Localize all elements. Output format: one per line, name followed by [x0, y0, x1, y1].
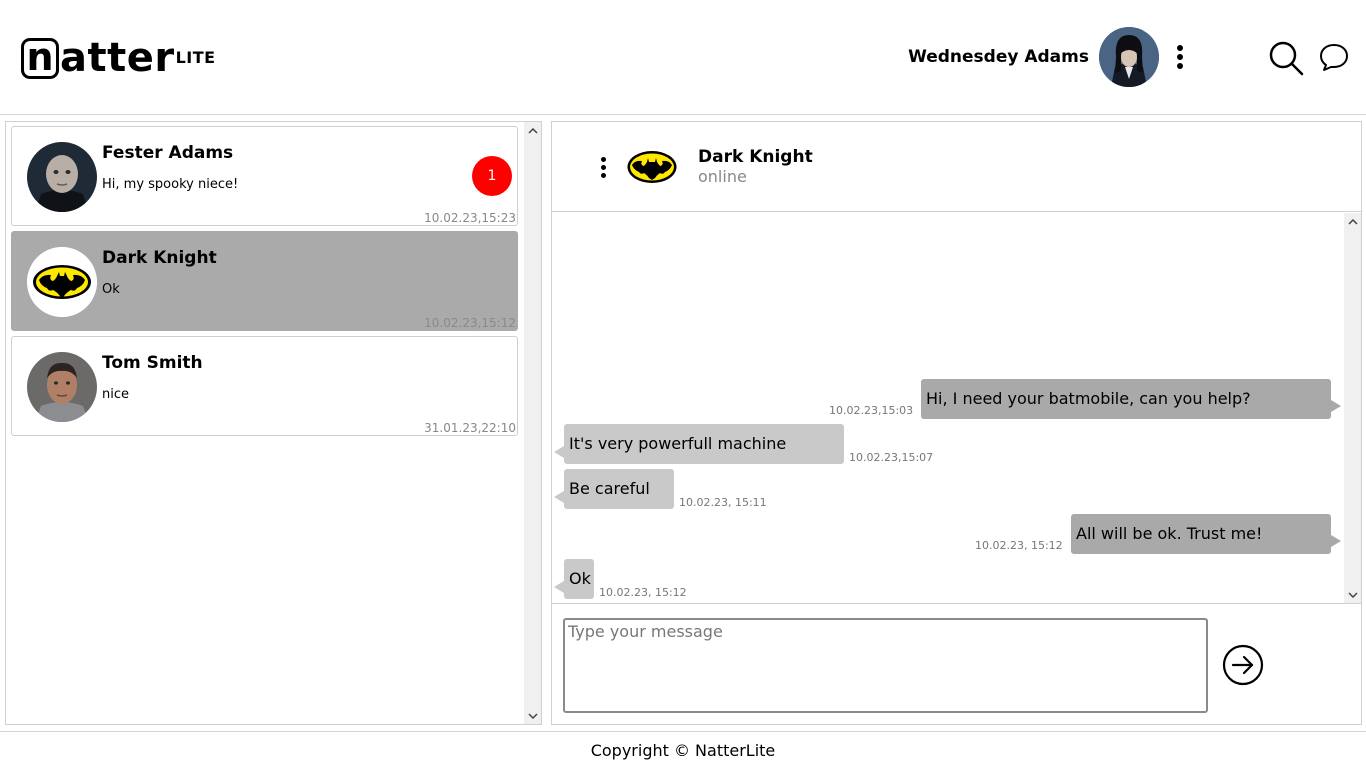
- contact-name: Tom Smith: [102, 353, 203, 373]
- contacts-panel: Fester Adams Hi, my spooky niece! 1 10.0…: [5, 121, 542, 725]
- chat-contact-name: Dark Knight: [698, 147, 813, 167]
- messages-scrollbar[interactable]: [1344, 213, 1361, 603]
- logo-text: atter: [60, 35, 175, 81]
- footer: Copyright © NatterLite: [0, 731, 1366, 768]
- scroll-up-arrow-icon[interactable]: [1344, 213, 1361, 230]
- message-time: 10.02.23, 15:12: [975, 539, 1063, 552]
- contact-last-message: Ok: [102, 282, 120, 297]
- contact-item-dark-knight[interactable]: Dark Knight Ok 10.02.23,15:12: [11, 231, 518, 331]
- natter-logo[interactable]: n atter LITE: [21, 38, 216, 80]
- batman-logo-icon: [27, 247, 97, 317]
- chat-header: Dark Knight online: [552, 122, 1361, 212]
- search-icon[interactable]: [1268, 40, 1304, 76]
- current-user-avatar[interactable]: [1099, 27, 1159, 87]
- message-input[interactable]: [563, 618, 1208, 713]
- message-composer: [552, 603, 1361, 724]
- scroll-down-arrow-icon[interactable]: [524, 707, 541, 724]
- contact-list: Fester Adams Hi, my spooky niece! 1 10.0…: [6, 122, 524, 724]
- app-header: n atter LITE Wednesdey Adams: [0, 0, 1366, 115]
- fester-avatar: [27, 142, 97, 212]
- message-time: 10.02.23,15:03: [829, 404, 914, 417]
- contacts-scrollbar[interactable]: [524, 122, 541, 724]
- contact-last-message: Hi, my spooky niece!: [102, 177, 239, 192]
- message-incoming: Ok: [554, 559, 594, 599]
- chat-contact-status: online: [698, 167, 747, 186]
- current-user-name: Wednesdey Adams: [908, 47, 1089, 67]
- unread-badge: 1: [472, 156, 512, 196]
- message-outgoing: Hi, I need your batmobile, can you help?: [921, 379, 1341, 419]
- tom-avatar: [27, 352, 97, 422]
- contact-last-message: nice: [102, 387, 129, 402]
- contact-time: 10.02.23,15:12: [424, 316, 516, 330]
- scroll-down-arrow-icon[interactable]: [1344, 586, 1361, 603]
- scroll-up-arrow-icon[interactable]: [524, 122, 541, 139]
- message-incoming: Be careful: [554, 469, 674, 509]
- message-list: 10.02.23,15:03 Hi, I need your batmobile…: [552, 213, 1344, 603]
- message-time: 10.02.23,15:07: [849, 451, 934, 464]
- copyright-text: Copyright © NatterLite: [590, 741, 776, 760]
- user-menu-kebab-icon[interactable]: [1172, 42, 1188, 72]
- message-time: 10.02.23, 15:11: [679, 496, 767, 509]
- message-time: 10.02.23, 15:12: [599, 586, 687, 599]
- contact-item-tom-smith[interactable]: Tom Smith nice 31.01.23,22:10: [11, 336, 518, 436]
- chat-menu-kebab-icon[interactable]: [598, 154, 608, 180]
- contact-name: Fester Adams: [102, 143, 234, 163]
- contact-time: 10.02.23,15:23: [424, 211, 516, 225]
- logo-superscript: LITE: [175, 48, 216, 67]
- message-incoming: It's very powerfull machine: [554, 424, 844, 464]
- contact-item-fester-adams[interactable]: Fester Adams Hi, my spooky niece! 1 10.0…: [11, 126, 518, 226]
- send-arrow-icon[interactable]: [1222, 644, 1264, 686]
- contact-time: 31.01.23,22:10: [424, 421, 516, 435]
- new-chat-icon[interactable]: [1318, 41, 1350, 73]
- chat-panel: Dark Knight online 10.02.23,15:03 Hi, I …: [551, 121, 1362, 725]
- message-outgoing: All will be ok. Trust me!: [1071, 514, 1341, 554]
- batman-logo-icon: [627, 150, 677, 184]
- logo-letter: n: [21, 38, 59, 79]
- contact-name: Dark Knight: [102, 248, 217, 268]
